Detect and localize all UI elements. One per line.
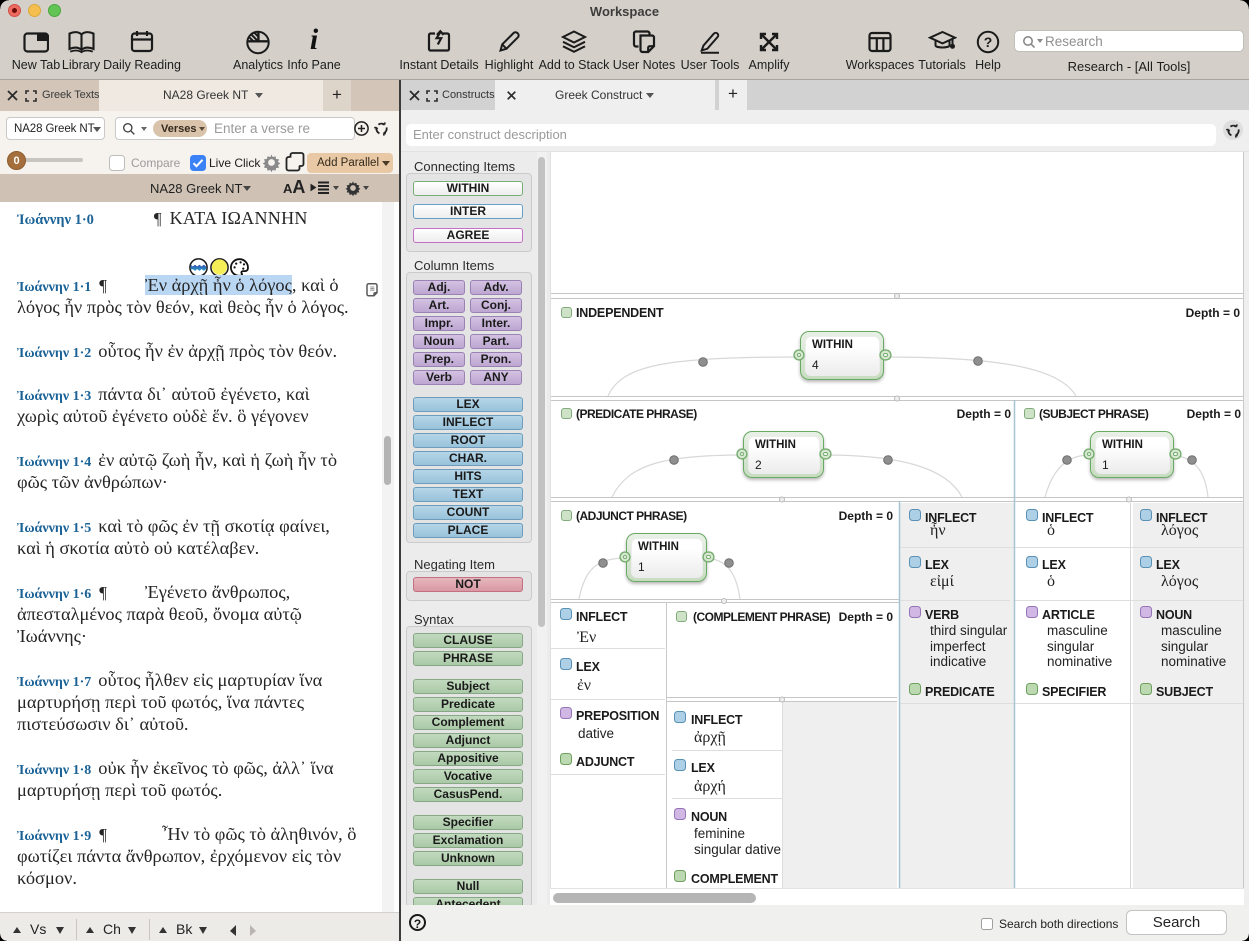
- svg-text:?: ?: [984, 34, 993, 50]
